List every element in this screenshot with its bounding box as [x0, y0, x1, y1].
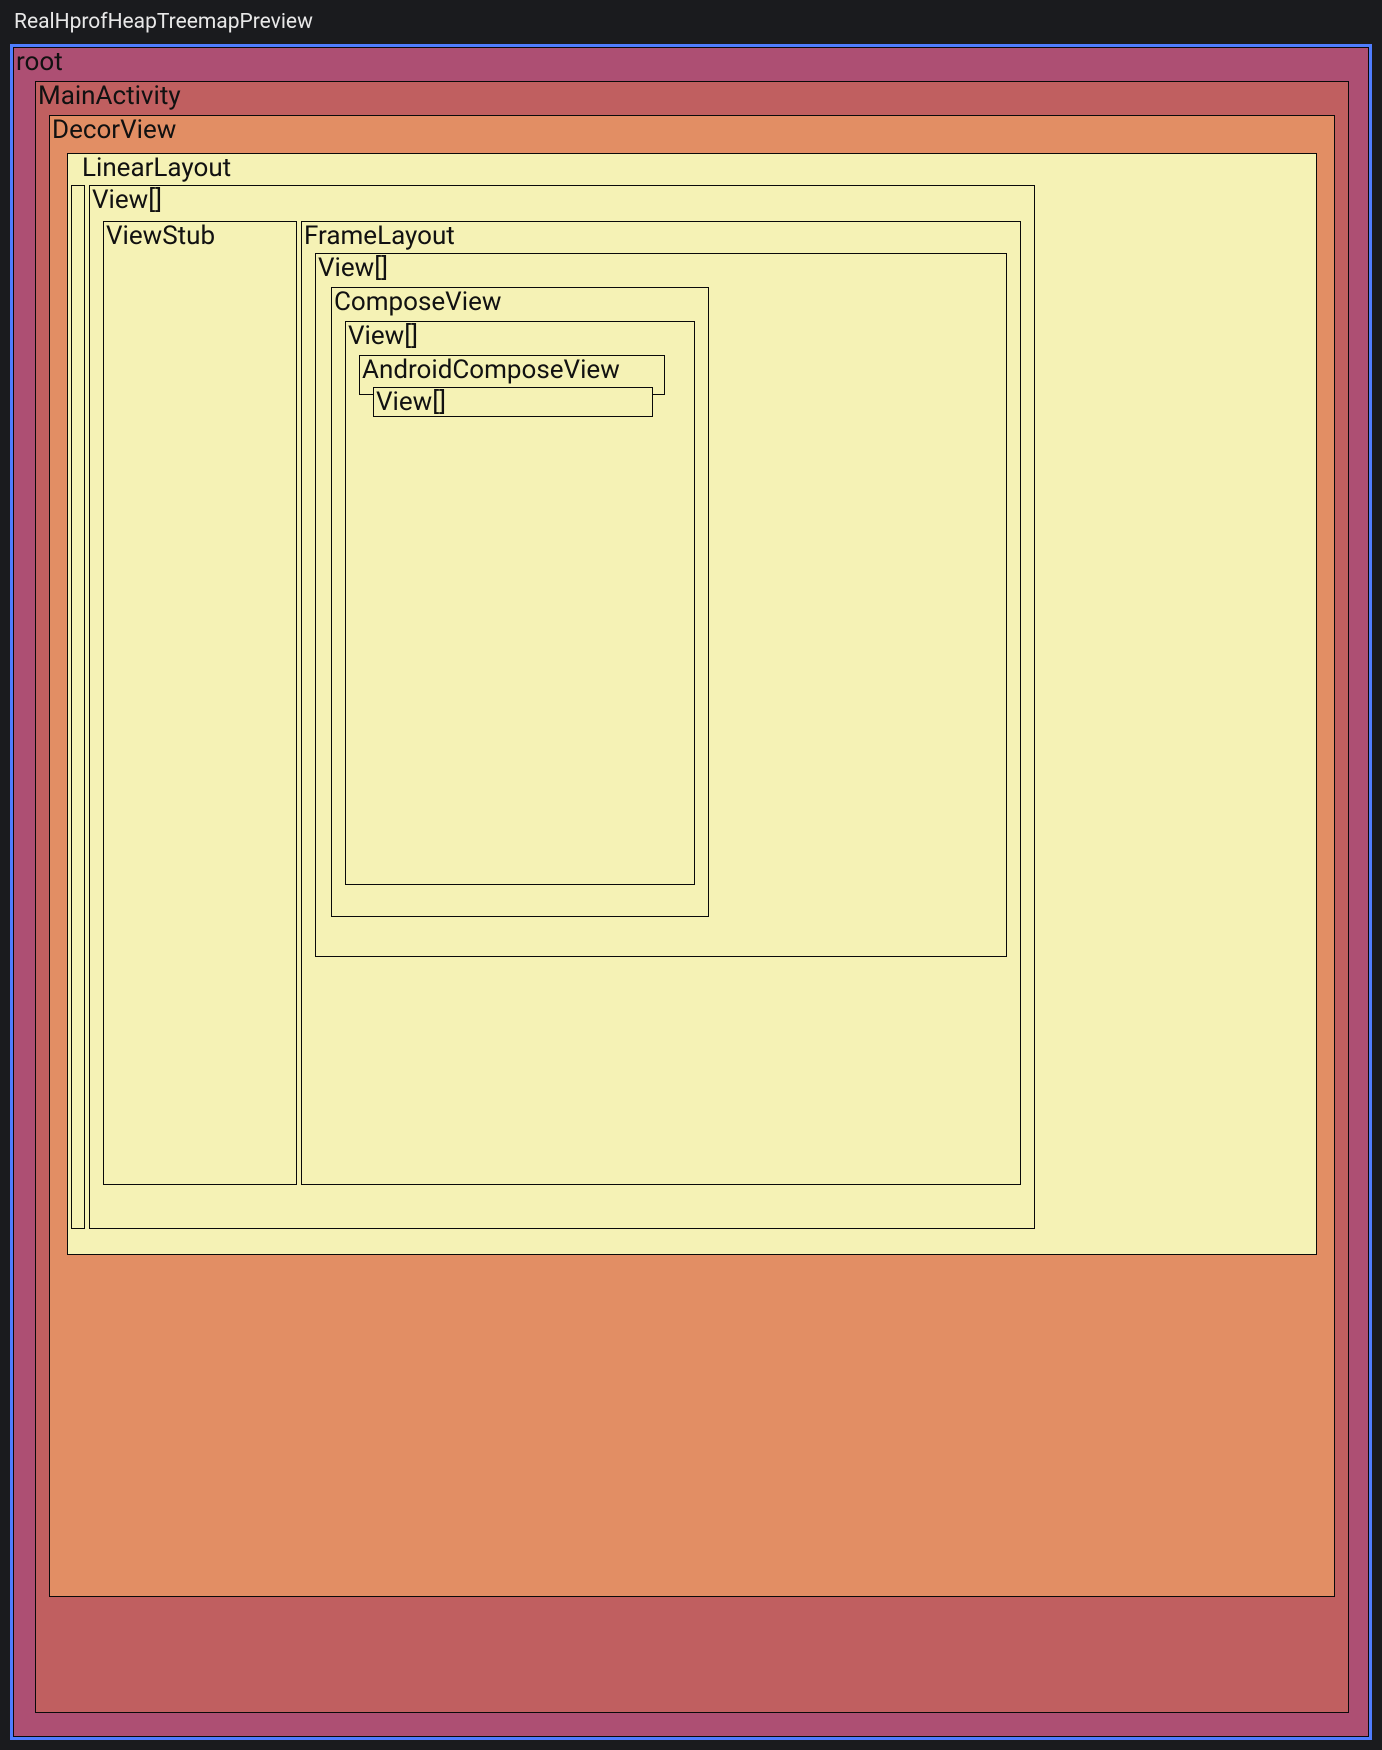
- treemap-canvas[interactable]: root MainActivity DecorView LinearLayout…: [10, 44, 1372, 1740]
- node-label: root: [16, 47, 63, 77]
- node-view-array-acv[interactable]: View[]: [373, 387, 653, 417]
- node-label: View[]: [376, 387, 446, 417]
- node-view-stub[interactable]: ViewStub: [103, 221, 297, 1185]
- node-label: View[]: [92, 185, 162, 215]
- node-label: View[]: [348, 321, 418, 351]
- node-label: ViewStub: [106, 221, 215, 251]
- node-label: LinearLayout: [70, 153, 231, 183]
- node-label: FrameLayout: [304, 221, 455, 251]
- window-title: RealHprofHeapTreemapPreview: [0, 0, 1382, 42]
- node-label: MainActivity: [38, 81, 181, 111]
- node-label: View[]: [318, 253, 388, 283]
- node-label: AndroidComposeView: [362, 355, 620, 385]
- node-label: DecorView: [52, 115, 176, 145]
- node-label: ComposeView: [334, 287, 501, 317]
- node-linear-left-sliver[interactable]: View[]: [71, 185, 85, 1229]
